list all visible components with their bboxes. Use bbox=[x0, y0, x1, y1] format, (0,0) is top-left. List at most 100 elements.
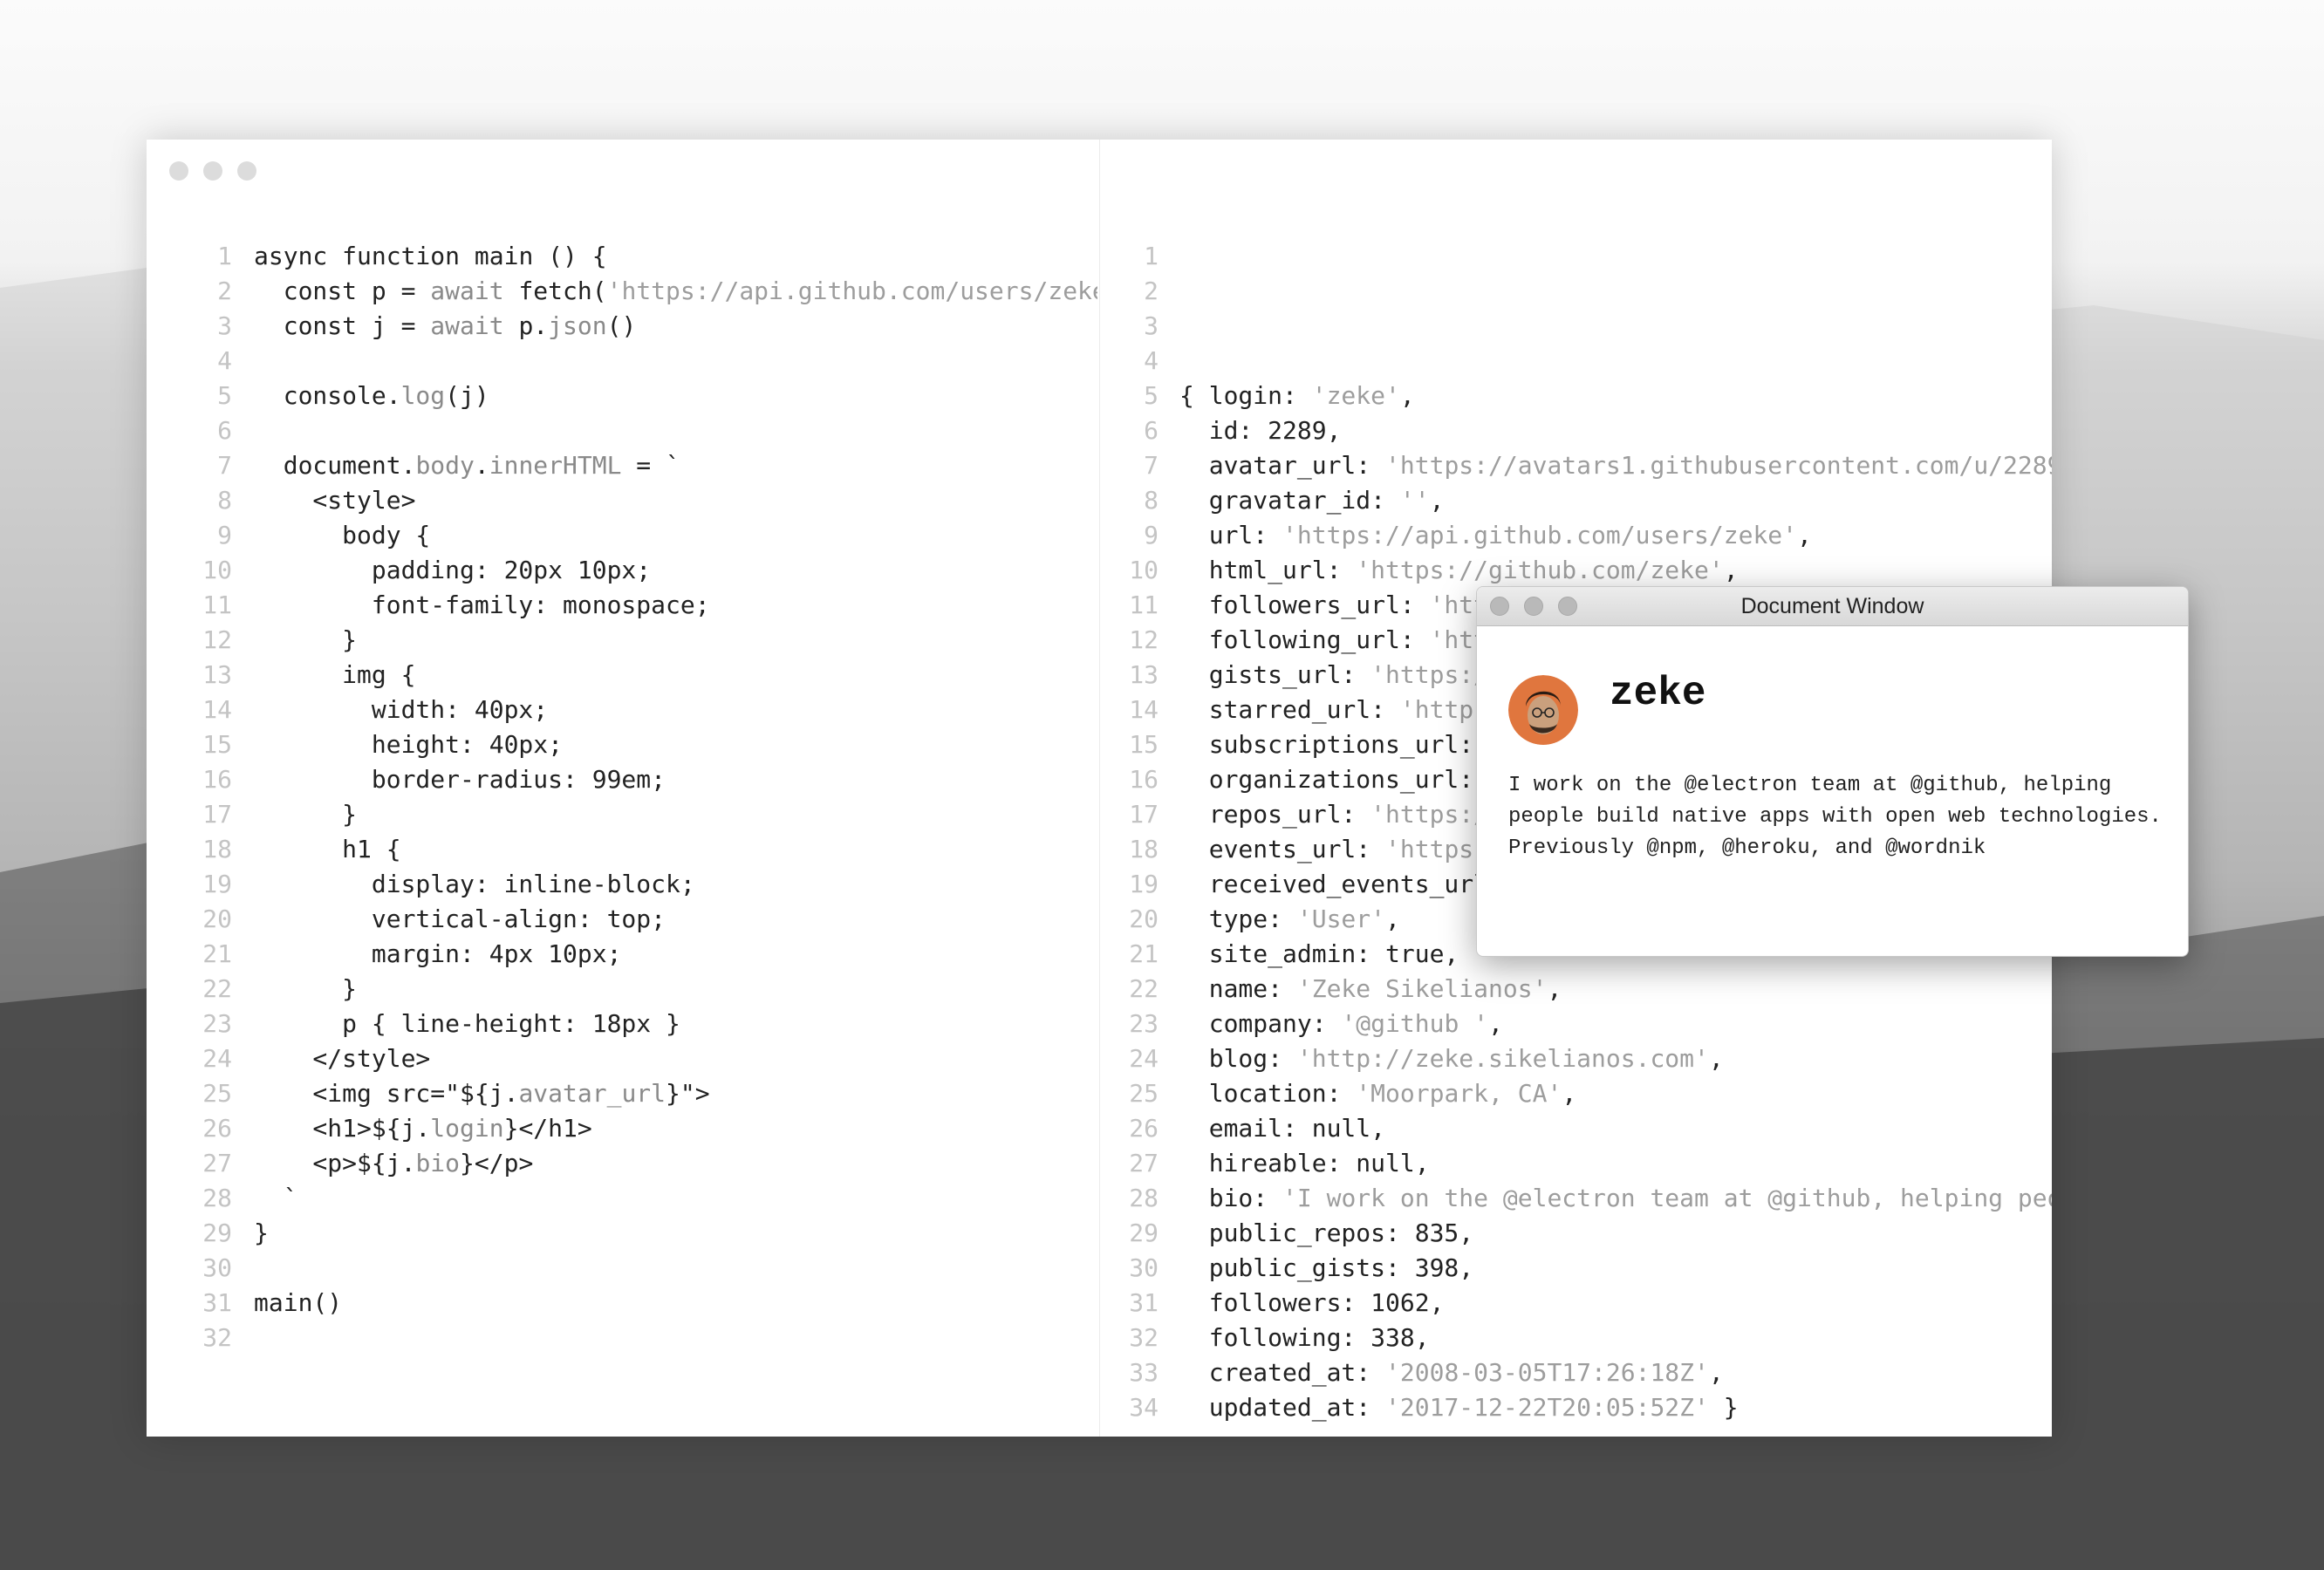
profile-heading: zeke bbox=[1610, 671, 1706, 716]
code-text: { login: 'zeke', bbox=[1179, 381, 1415, 410]
code-text: <p>${j.bio}</p> bbox=[254, 1149, 534, 1178]
line-number: 20 bbox=[1129, 904, 1159, 933]
line-number: 21 bbox=[202, 939, 232, 968]
code-line: 9 body { bbox=[147, 518, 1097, 553]
profile-bio: I work on the @electron team at @github,… bbox=[1508, 774, 2162, 860]
code-line: 31 followers: 1062, bbox=[1101, 1286, 2052, 1321]
code-text: company: '@github ', bbox=[1179, 1009, 1503, 1038]
source-code-pane[interactable]: 1 async function main () {2 const p = awa… bbox=[147, 239, 1097, 1425]
line-number: 28 bbox=[1129, 1184, 1159, 1212]
avatar bbox=[1508, 675, 1578, 745]
code-text: updated_at: '2017-12-22T20:05:52Z' } bbox=[1179, 1393, 1739, 1422]
close-button[interactable] bbox=[169, 161, 188, 181]
code-line: 30 bbox=[147, 1251, 1097, 1286]
code-line: 24 </style> bbox=[147, 1041, 1097, 1076]
code-line: 4 bbox=[1101, 344, 2052, 379]
line-number: 26 bbox=[202, 1114, 232, 1143]
code-text: p { line-height: 18px } bbox=[254, 1009, 680, 1038]
code-line: 15 height: 40px; bbox=[147, 727, 1097, 762]
code-text: border-radius: 99em; bbox=[254, 765, 666, 794]
line-number: 7 bbox=[1144, 451, 1159, 480]
line-number: 32 bbox=[202, 1323, 232, 1352]
line-number: 6 bbox=[217, 416, 232, 445]
code-line: 8 gravatar_id: '', bbox=[1101, 483, 2052, 518]
code-line: 10 html_url: 'https://github.com/zeke', bbox=[1101, 553, 2052, 588]
code-line: 28 bio: 'I work on the @electron team at… bbox=[1101, 1181, 2052, 1216]
code-text: const j = await p.json() bbox=[254, 311, 637, 340]
code-line: 7 document.body.innerHTML = ` bbox=[147, 448, 1097, 483]
code-line: 27 hireable: null, bbox=[1101, 1146, 2052, 1181]
line-number: 20 bbox=[202, 904, 232, 933]
line-number: 24 bbox=[1129, 1044, 1159, 1073]
code-line: 32 following: 338, bbox=[1101, 1321, 2052, 1355]
code-line: 5 console.log(j) bbox=[147, 379, 1097, 413]
line-number: 12 bbox=[202, 625, 232, 654]
line-number: 25 bbox=[1129, 1079, 1159, 1108]
code-text: blog: 'http://zeke.sikelianos.com', bbox=[1179, 1044, 1724, 1073]
code-line: 4 bbox=[147, 344, 1097, 379]
code-text: public_repos: 835, bbox=[1179, 1218, 1474, 1247]
code-text: const p = await fetch('https://api.githu… bbox=[254, 276, 1097, 305]
code-text: height: 40px; bbox=[254, 730, 564, 759]
line-number: 16 bbox=[1129, 765, 1159, 794]
line-number: 10 bbox=[1129, 556, 1159, 584]
line-number: 17 bbox=[1129, 800, 1159, 829]
line-number: 10 bbox=[202, 556, 232, 584]
zoom-button[interactable] bbox=[237, 161, 256, 181]
line-number: 8 bbox=[1144, 486, 1159, 515]
code-text: url: 'https://api.github.com/users/zeke'… bbox=[1179, 521, 1812, 550]
code-line: 34 updated_at: '2017-12-22T20:05:52Z' } bbox=[1101, 1390, 2052, 1425]
code-line: 24 blog: 'http://zeke.sikelianos.com', bbox=[1101, 1041, 2052, 1076]
code-line: 12 } bbox=[147, 623, 1097, 658]
code-line: 1 bbox=[1101, 239, 2052, 274]
code-text: } bbox=[254, 800, 358, 829]
line-number: 23 bbox=[1129, 1009, 1159, 1038]
code-line: 16 border-radius: 99em; bbox=[147, 762, 1097, 797]
line-number: 15 bbox=[1129, 730, 1159, 759]
code-line: 9 url: 'https://api.github.com/users/zek… bbox=[1101, 518, 2052, 553]
code-line: 17 } bbox=[147, 797, 1097, 832]
line-number: 27 bbox=[1129, 1149, 1159, 1178]
code-line: 3 bbox=[1101, 309, 2052, 344]
code-line: 1 async function main () { bbox=[147, 239, 1097, 274]
line-number: 3 bbox=[217, 311, 232, 340]
code-line: 5 { login: 'zeke', bbox=[1101, 379, 2052, 413]
code-text: email: null, bbox=[1179, 1114, 1386, 1143]
line-number: 19 bbox=[1129, 870, 1159, 898]
code-text: margin: 4px 10px; bbox=[254, 939, 622, 968]
line-number: 8 bbox=[217, 486, 232, 515]
code-text: width: 40px; bbox=[254, 695, 549, 724]
line-number: 23 bbox=[202, 1009, 232, 1038]
window-controls bbox=[169, 161, 256, 181]
code-text: gravatar_id: '', bbox=[1179, 486, 1445, 515]
code-text: } bbox=[254, 974, 358, 1003]
code-text: type: 'User', bbox=[1179, 904, 1400, 933]
line-number: 13 bbox=[1129, 660, 1159, 689]
line-number: 16 bbox=[202, 765, 232, 794]
line-number: 29 bbox=[202, 1218, 232, 1247]
line-number: 32 bbox=[1129, 1323, 1159, 1352]
code-line: 8 <style> bbox=[147, 483, 1097, 518]
pane-divider[interactable] bbox=[1099, 140, 1100, 1437]
code-text: img { bbox=[254, 660, 416, 689]
minimize-button[interactable] bbox=[203, 161, 222, 181]
line-number: 2 bbox=[217, 276, 232, 305]
code-text: </style> bbox=[254, 1044, 431, 1073]
line-number: 30 bbox=[202, 1253, 232, 1282]
code-text: } bbox=[254, 1218, 269, 1247]
document-window-titlebar[interactable]: Document Window bbox=[1477, 587, 2188, 626]
code-text: vertical-align: top; bbox=[254, 904, 666, 933]
code-line: 23 p { line-height: 18px } bbox=[147, 1007, 1097, 1041]
line-number: 19 bbox=[202, 870, 232, 898]
code-line: 6 bbox=[147, 413, 1097, 448]
code-line: 32 bbox=[147, 1321, 1097, 1355]
code-text: public_gists: 398, bbox=[1179, 1253, 1474, 1282]
line-number: 30 bbox=[1129, 1253, 1159, 1282]
code-line: 22 } bbox=[147, 972, 1097, 1007]
code-line: 11 font-family: monospace; bbox=[147, 588, 1097, 623]
code-line: 30 public_gists: 398, bbox=[1101, 1251, 2052, 1286]
line-number: 5 bbox=[217, 381, 232, 410]
code-text: created_at: '2008-03-05T17:26:18Z', bbox=[1179, 1358, 1724, 1387]
line-number: 18 bbox=[1129, 835, 1159, 864]
code-line: 13 img { bbox=[147, 658, 1097, 693]
